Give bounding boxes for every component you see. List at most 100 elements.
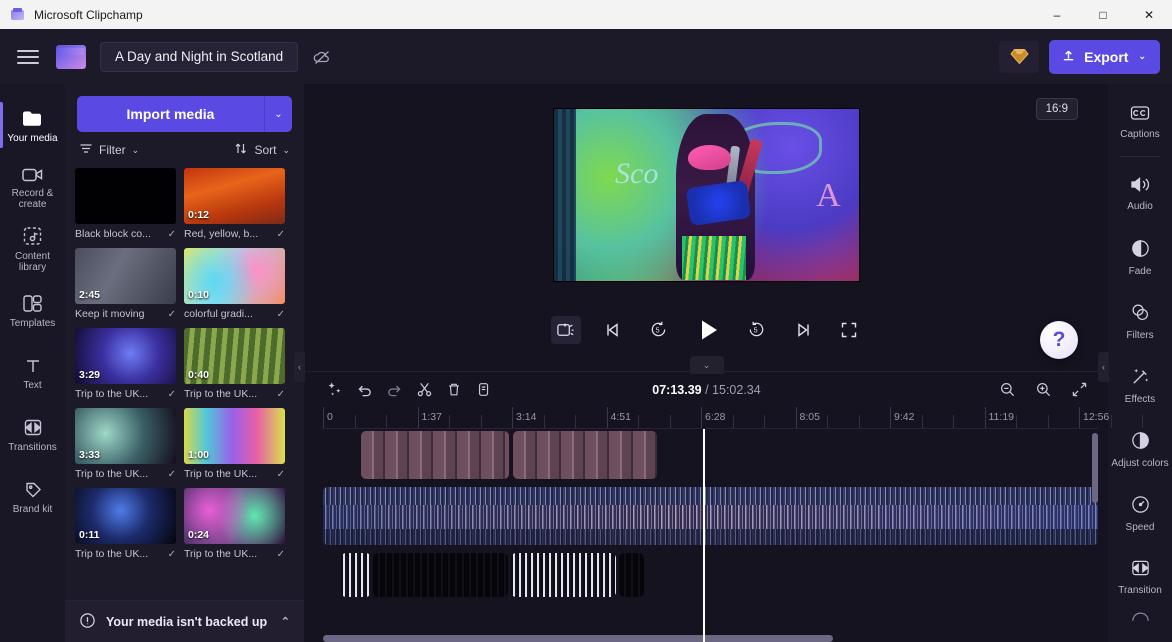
sidebar-item-label: Templates — [9, 318, 56, 329]
media-thumbnail[interactable] — [75, 168, 176, 224]
timeline-clip[interactable] — [513, 431, 657, 479]
media-thumbnail[interactable]: 3:29 — [75, 328, 176, 384]
timeline-horizontal-scrollbar[interactable] — [323, 635, 1098, 642]
sidebar-item-content-library[interactable]: Content library — [0, 218, 65, 280]
skip-next-icon[interactable] — [789, 316, 817, 344]
timeline-track-1[interactable] — [323, 429, 1098, 481]
sidebar-item-templates[interactable]: Templates — [0, 280, 65, 342]
brand-kit-tag-icon — [22, 479, 44, 500]
project-thumbnail-icon[interactable] — [56, 44, 86, 69]
tool-captions[interactable]: Captions — [1108, 90, 1172, 154]
sparkles-icon[interactable] — [319, 377, 349, 403]
rewind-5-icon[interactable]: 5 — [645, 316, 673, 344]
media-thumbnail[interactable]: 0:12 — [184, 168, 285, 224]
list-item[interactable]: 0:12 Red, yellow, b... ✓ — [184, 168, 285, 240]
media-thumbnail[interactable]: 2:45 — [75, 248, 176, 304]
list-item[interactable]: 0:24 Trip to the UK... ✓ — [184, 488, 285, 560]
media-duration: 0:11 — [79, 529, 100, 541]
magnifier-minus-icon[interactable] — [992, 377, 1022, 403]
timeline-vertical-scrollbar[interactable] — [1092, 433, 1098, 503]
play-icon[interactable] — [691, 313, 725, 347]
export-button[interactable]: Export ⌄ — [1049, 39, 1160, 74]
filter-button[interactable]: Filter ⌄ — [79, 142, 139, 158]
timeline-track-2[interactable] — [323, 485, 1098, 547]
timeline-clip[interactable] — [341, 553, 371, 597]
skip-previous-icon[interactable] — [599, 316, 627, 344]
diamond-icon[interactable] — [999, 40, 1040, 73]
project-title-input[interactable]: A Day and Night in Scotland — [100, 41, 299, 72]
media-caption: Black block co... ✓ — [75, 228, 176, 240]
sidebar-item-transitions[interactable]: Transitions — [0, 404, 65, 466]
magic-wand-cut-icon[interactable] — [550, 315, 581, 344]
clip-band-top — [323, 487, 1098, 505]
sort-button[interactable]: Sort ⌄ — [234, 142, 290, 158]
cloud-off-icon[interactable] — [306, 41, 338, 73]
sidebar-item-text[interactable]: Text — [0, 342, 65, 404]
media-thumbnail[interactable]: 0:11 — [75, 488, 176, 544]
magnifier-plus-icon[interactable] — [1028, 377, 1058, 403]
undo-arrow-icon[interactable] — [349, 377, 379, 403]
timeline-clip[interactable] — [373, 553, 508, 597]
sidebar-item-brand-kit[interactable]: Brand kit — [0, 466, 65, 528]
backup-warning-bar[interactable]: Your media isn't backed up ⌃ — [65, 600, 304, 642]
svg-text:5: 5 — [754, 326, 758, 334]
list-item[interactable]: Black block co... ✓ — [75, 168, 176, 240]
chevron-down-icon[interactable]: ⌄ — [264, 96, 292, 132]
tool-adjust-colors[interactable]: Adjust colors — [1108, 417, 1172, 481]
media-thumbnail[interactable]: 1:00 — [184, 408, 285, 464]
copy-icon[interactable] — [469, 377, 499, 403]
tool-speed[interactable]: Speed — [1108, 481, 1172, 545]
video-preview[interactable]: Sco A — [554, 108, 859, 281]
redo-arrow-icon[interactable] — [379, 377, 409, 403]
media-thumbnail[interactable]: 0:40 — [184, 328, 285, 384]
media-duration: 3:29 — [79, 369, 101, 381]
timeline-clip[interactable] — [619, 553, 644, 597]
timeline-track-3[interactable] — [323, 551, 1098, 599]
media-caption: Red, yellow, b... ✓ — [184, 228, 285, 240]
timeline-clip[interactable] — [323, 487, 1098, 545]
tool-label: Captions — [1120, 129, 1160, 140]
media-thumbnail[interactable]: 0:10 — [184, 248, 285, 304]
scissors-icon[interactable] — [409, 377, 439, 403]
tool-filters[interactable]: Filters — [1108, 289, 1172, 353]
sidebar-item-your-media[interactable]: Your media — [0, 94, 65, 156]
media-caption: Trip to the UK... ✓ — [75, 388, 176, 400]
partial-gauge-icon[interactable] — [1108, 609, 1172, 635]
tool-transition[interactable]: Transition — [1108, 545, 1172, 609]
tool-fade[interactable]: Fade — [1108, 225, 1172, 289]
trash-icon[interactable] — [439, 377, 469, 403]
media-name: Trip to the UK... — [75, 468, 149, 480]
hamburger-menu-icon[interactable] — [0, 29, 56, 84]
list-item[interactable]: 0:11 Trip to the UK... ✓ — [75, 488, 176, 560]
collapse-media-panel-button[interactable]: ‹ — [294, 352, 305, 382]
import-media-button[interactable]: Import media — [77, 96, 264, 132]
list-item[interactable]: 2:45 Keep it moving ✓ — [75, 248, 176, 320]
media-thumbnail[interactable]: 3:33 — [75, 408, 176, 464]
fit-arrows-icon[interactable] — [1064, 377, 1094, 403]
check-icon: ✓ — [276, 228, 285, 240]
close-button[interactable]: ✕ — [1126, 0, 1172, 29]
media-thumbnail[interactable]: 0:24 — [184, 488, 285, 544]
collapse-right-panel-button[interactable]: ‹ — [1098, 352, 1109, 382]
timeline-clip[interactable] — [361, 431, 509, 479]
list-item[interactable]: 3:33 Trip to the UK... ✓ — [75, 408, 176, 480]
minimize-button[interactable]: – — [1034, 0, 1080, 29]
aspect-ratio-badge[interactable]: 16:9 — [1035, 98, 1078, 120]
playback-controls: 5 5 — [550, 313, 863, 347]
tool-audio[interactable]: Audio — [1108, 161, 1172, 225]
fullscreen-icon[interactable] — [835, 316, 863, 344]
tool-label: Speed — [1125, 521, 1155, 533]
tool-effects[interactable]: Effects — [1108, 353, 1172, 417]
timeline-clip[interactable] — [511, 553, 616, 597]
list-item[interactable]: 3:29 Trip to the UK... ✓ — [75, 328, 176, 400]
help-question-icon[interactable]: ? — [1040, 321, 1078, 359]
list-item[interactable]: 0:40 Trip to the UK... ✓ — [184, 328, 285, 400]
chevron-up-icon[interactable]: ⌃ — [281, 615, 290, 628]
maximize-button[interactable]: □ — [1080, 0, 1126, 29]
timeline-ruler[interactable]: 01:373:144:516:288:059:4211:1912:5614:3 — [323, 407, 1143, 429]
list-item[interactable]: 0:10 colorful gradi... ✓ — [184, 248, 285, 320]
list-item[interactable]: 1:00 Trip to the UK... ✓ — [184, 408, 285, 480]
playhead[interactable] — [703, 429, 705, 642]
sidebar-item-record-create[interactable]: Record & create — [0, 156, 65, 218]
forward-5-icon[interactable]: 5 — [743, 316, 771, 344]
